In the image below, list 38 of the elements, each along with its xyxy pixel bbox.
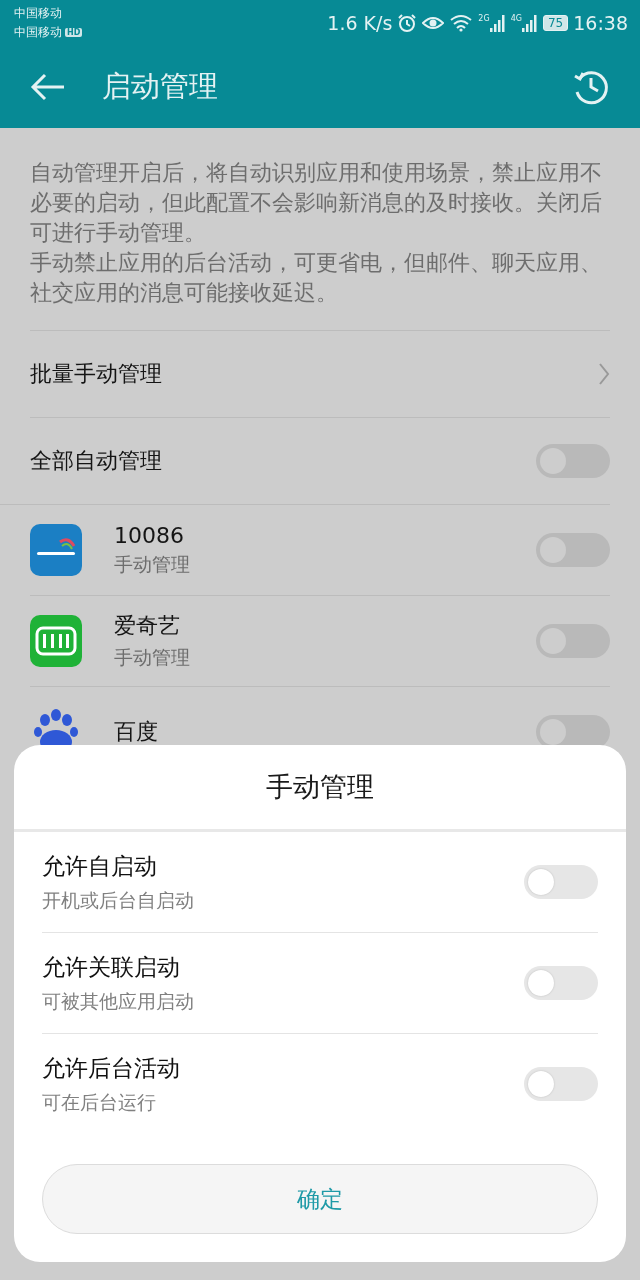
app-name: 爱奇艺 xyxy=(114,612,181,640)
back-arrow-icon[interactable] xyxy=(30,71,66,102)
network-type: 2G xyxy=(478,13,490,23)
signal-icon xyxy=(489,13,506,32)
hd-badge: HD xyxy=(65,27,83,37)
app-name: 百度 xyxy=(114,718,159,746)
confirm-button[interactable]: 确定 xyxy=(42,1164,598,1234)
network-speed: 1.6 K/s xyxy=(327,11,393,34)
setting-label: 全部自动管理 xyxy=(30,447,162,475)
option-label: 允许关联启动 xyxy=(42,952,181,982)
carrier-name: 中国移动 xyxy=(14,4,62,22)
option-hint: 开机或后台自启动 xyxy=(42,887,195,913)
alarm-icon xyxy=(397,12,418,33)
app-name: 10086 xyxy=(114,522,185,548)
eye-icon xyxy=(422,14,445,31)
app-status: 手动管理 xyxy=(114,551,191,577)
network-type: 4G xyxy=(510,13,522,23)
description-text: 自动管理开启后，将自动识别应用和使用场景，禁止应用不必要的启动，但此配置不会影响新消息的及时接收。关闭后可进行手动管理。 xyxy=(30,159,603,247)
description-text: 手动禁止应用的后台活动，可更省电，但邮件、聊天应用、社交应用的消息可能接收延迟。 xyxy=(30,249,603,307)
app-icon xyxy=(30,524,82,576)
battery-level: 75 xyxy=(542,14,569,31)
option-hint: 可在后台运行 xyxy=(42,1089,157,1115)
toggle-switch[interactable] xyxy=(524,966,598,1000)
toggle-switch[interactable] xyxy=(524,865,598,899)
tv-icon xyxy=(30,615,82,667)
toggle-switch[interactable] xyxy=(524,1067,598,1101)
option-label: 允许后台活动 xyxy=(42,1053,181,1083)
carrier-name: 中国移动 xyxy=(14,23,62,41)
option-label: 允许自启动 xyxy=(42,851,158,881)
clock-time: 16:38 xyxy=(573,11,628,34)
wifi-icon xyxy=(449,13,474,32)
option-hint: 可被其他应用启动 xyxy=(42,988,195,1014)
setting-label: 批量手动管理 xyxy=(30,360,162,388)
dialog-title: 手动管理 xyxy=(266,770,374,804)
signal-icon xyxy=(521,13,538,32)
page-title: 启动管理 xyxy=(102,67,219,105)
app-status: 手动管理 xyxy=(114,645,191,670)
chevron-right-icon[interactable] xyxy=(598,362,610,386)
